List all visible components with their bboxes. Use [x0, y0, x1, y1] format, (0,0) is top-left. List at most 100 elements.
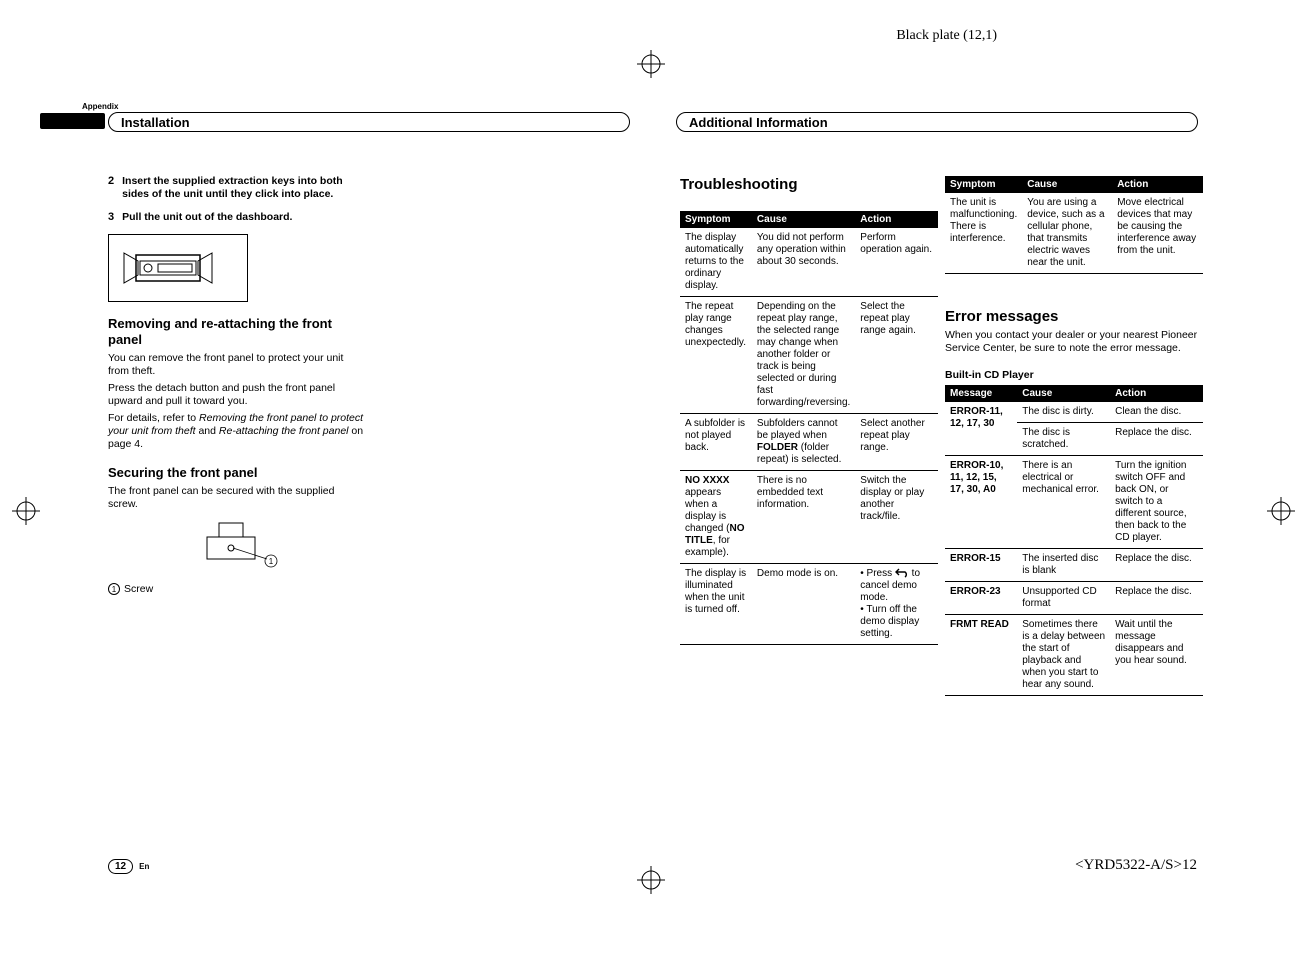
section-installation-text: Installation: [121, 115, 190, 130]
th-cause: Cause: [1022, 176, 1112, 193]
right-column: Symptom Cause Action The unit is malfunc…: [945, 176, 1203, 696]
svg-text:1: 1: [269, 557, 274, 566]
table-row: The unit is malfunctioning. There is int…: [945, 193, 1203, 274]
cell: Replace the disc.: [1110, 423, 1203, 456]
error-messages-heading: Error messages: [945, 308, 1203, 325]
screw-illustration: 1: [177, 517, 297, 577]
table-row: ERROR-23 Unsupported CD format Replace t…: [945, 582, 1203, 615]
cell: ERROR-23: [945, 582, 1017, 615]
cell-bold: FOLDER: [757, 442, 798, 453]
troubleshooting-heading: Troubleshooting: [680, 176, 938, 193]
th-cause: Cause: [752, 211, 855, 228]
cell: ERROR-10, 11, 12, 15, 17, 30, A0: [945, 456, 1017, 549]
appendix-label: Appendix: [82, 102, 118, 111]
th-cause: Cause: [1017, 385, 1110, 402]
cell: Select the repeat play range again.: [855, 297, 938, 414]
plate-info: Black plate (12,1): [896, 28, 997, 44]
page-lang: En: [139, 862, 149, 871]
step-3: 3 Pull the unit out of the dashboard.: [108, 211, 366, 224]
th-message: Message: [945, 385, 1017, 402]
cell: A subfolder is not played back.: [680, 414, 752, 471]
black-tab: [40, 113, 105, 129]
cell: Clean the disc.: [1110, 402, 1203, 423]
cell: The display is illuminated when the unit…: [680, 564, 752, 645]
table-row: NO XXXX appears when a display is change…: [680, 471, 938, 564]
th-symptom: Symptom: [680, 211, 752, 228]
th-action: Action: [1112, 176, 1203, 193]
cell: There is an electrical or mechanical err…: [1017, 456, 1110, 549]
securing-heading: Securing the front panel: [108, 465, 366, 481]
cell-part: appears when a display is changed (: [685, 487, 729, 534]
cell: Replace the disc.: [1110, 549, 1203, 582]
removing-heading: Removing and re-attaching the front pane…: [108, 316, 366, 347]
page-footer: 12 En: [108, 859, 149, 874]
cell: Wait until the message disappears and yo…: [1110, 615, 1203, 696]
securing-p: The front panel can be secured with the …: [108, 485, 366, 511]
th-symptom: Symptom: [945, 176, 1022, 193]
cell: Perform operation again.: [855, 228, 938, 297]
cell: The display automatically returns to the…: [680, 228, 752, 297]
table-row: A subfolder is not played back. Subfolde…: [680, 414, 938, 471]
removing-p3a: For details, refer to: [108, 412, 199, 424]
th-action: Action: [1110, 385, 1203, 402]
table-row: The display automatically returns to the…: [680, 228, 938, 297]
th-action: Action: [855, 211, 938, 228]
table-row: Message Cause Action: [945, 385, 1203, 402]
cell: NO XXXX appears when a display is change…: [680, 471, 752, 564]
section-additional: Additional Information: [676, 112, 1198, 132]
cell: Sometimes there is a delay between the s…: [1017, 615, 1110, 696]
step-2: 2 Insert the supplied extraction keys in…: [108, 175, 366, 201]
cell: You did not perform any operation within…: [752, 228, 855, 297]
cell: Demo mode is on.: [752, 564, 855, 645]
removing-p3b: and: [196, 425, 219, 437]
section-installation: Installation: [108, 112, 630, 132]
cell: Unsupported CD format: [1017, 582, 1110, 615]
cell: ERROR-15: [945, 549, 1017, 582]
crop-mark-bottom: [635, 864, 667, 896]
removing-p3: For details, refer to Removing the front…: [108, 412, 366, 451]
cell: The inserted disc is blank: [1017, 549, 1110, 582]
table-row: ERROR-15 The inserted disc is blank Repl…: [945, 549, 1203, 582]
removing-p1: You can remove the front panel to protec…: [108, 352, 366, 378]
cell: The repeat play range changes unexpected…: [680, 297, 752, 414]
extraction-illustration: [108, 234, 248, 302]
cell: Move electrical devices that may be caus…: [1112, 193, 1203, 274]
cell: Turn the ignition switch OFF and back ON…: [1110, 456, 1203, 549]
cell-part: Subfolders cannot be played when: [757, 418, 838, 441]
cell-part: • Press: [860, 568, 895, 579]
callout-num: 1: [108, 583, 120, 595]
screw-callout: 1 Screw: [108, 583, 366, 595]
troubleshooting-table-1: Symptom Cause Action The display automat…: [680, 211, 938, 645]
section-additional-text: Additional Information: [689, 115, 828, 130]
cell: Switch the display or play another track…: [855, 471, 938, 564]
cell: The disc is scratched.: [1017, 423, 1110, 456]
table-row: The repeat play range changes unexpected…: [680, 297, 938, 414]
crop-mark-top: [635, 48, 667, 80]
crop-mark-right: [1265, 495, 1297, 527]
callout-text: Screw: [124, 583, 153, 595]
cell: FRMT READ: [945, 615, 1017, 696]
cell: You are using a device, such as a cellul…: [1022, 193, 1112, 274]
cell-part: • Turn off the demo display setting.: [860, 604, 919, 639]
back-arrow-icon: [895, 568, 909, 578]
doc-code: <YRD5322-A/S>12: [1075, 857, 1197, 874]
cell: • Press to cancel demo mode. • Turn off …: [855, 564, 938, 645]
table-row: Symptom Cause Action: [945, 176, 1203, 193]
cell: Replace the disc.: [1110, 582, 1203, 615]
cell: Select another repeat play range.: [855, 414, 938, 471]
crop-mark-left: [10, 495, 42, 527]
table-row: ERROR-10, 11, 12, 15, 17, 30, A0 There i…: [945, 456, 1203, 549]
cell: Depending on the repeat play range, the …: [752, 297, 855, 414]
cell: ERROR-11, 12, 17, 30: [945, 402, 1017, 456]
middle-column: Troubleshooting Symptom Cause Action The…: [680, 176, 938, 645]
cell-bold: NO XXXX: [685, 475, 729, 486]
table-row: Symptom Cause Action: [680, 211, 938, 228]
player-label: Built-in CD Player: [945, 369, 1203, 381]
table-row: ERROR-11, 12, 17, 30 The disc is dirty. …: [945, 402, 1203, 423]
error-messages-sub: When you contact your dealer or your nea…: [945, 329, 1203, 355]
removing-p2: Press the detach button and push the fro…: [108, 382, 366, 408]
cell: The disc is dirty.: [1017, 402, 1110, 423]
removing-p3i2: Re-attaching the front panel: [219, 425, 349, 437]
cell: The unit is malfunctioning. There is int…: [945, 193, 1022, 274]
troubleshooting-table-2: Symptom Cause Action The unit is malfunc…: [945, 176, 1203, 274]
